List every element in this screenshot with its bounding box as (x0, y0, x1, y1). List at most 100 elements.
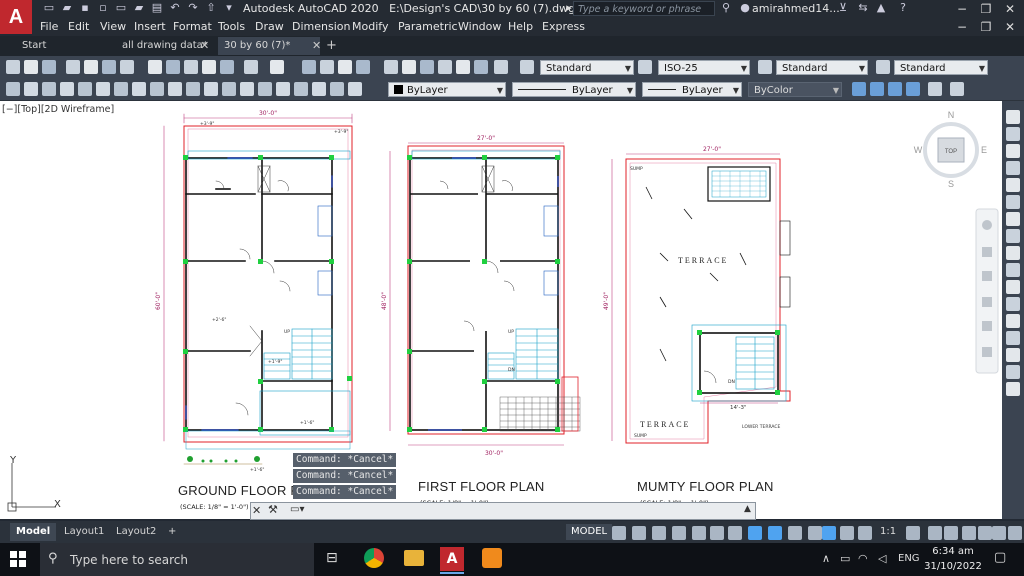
add-layout-plus-icon[interactable]: + (162, 523, 182, 541)
osnap-icon[interactable] (728, 526, 742, 540)
annotation-scale[interactable]: 1:1 (880, 526, 896, 537)
pencil-icon[interactable] (1006, 110, 1020, 124)
tray-chevron-icon[interactable]: ∧ (822, 552, 830, 565)
tab-start[interactable]: Start (16, 37, 52, 55)
tab-model[interactable]: Model (10, 523, 57, 541)
clock-time[interactable]: 6:34 am (928, 546, 978, 557)
help-icon[interactable] (494, 60, 508, 74)
markup-icon[interactable] (456, 60, 470, 74)
offset-icon[interactable] (1006, 178, 1020, 192)
polyline-icon[interactable] (42, 82, 56, 96)
open-file-icon[interactable]: ▰ (60, 2, 74, 14)
ellipse-icon[interactable] (168, 82, 182, 96)
dim-style-icon[interactable] (638, 60, 652, 74)
redo-icon[interactable]: ↷ (186, 2, 200, 14)
menu-window[interactable]: Window (458, 20, 501, 33)
menu-express[interactable]: Express (542, 20, 585, 33)
table-icon[interactable] (312, 82, 326, 96)
model-space-toggle[interactable]: MODEL (566, 524, 613, 540)
tab-layout1[interactable]: Layout1 (58, 523, 110, 541)
layer-match-icon[interactable] (906, 82, 920, 96)
task-view-icon[interactable]: ⊟ (326, 550, 338, 566)
ellipse-arc-icon[interactable] (186, 82, 200, 96)
copy-icon[interactable] (1006, 144, 1020, 158)
drawing-canvas[interactable]: 30'-0" 60'-0" +3'-9" +3'-9" +2'-6" +1'-9… (0, 101, 1002, 519)
dim-style-dropdown[interactable]: ISO-25 ▼ (658, 60, 750, 75)
grid-icon[interactable] (612, 526, 626, 540)
rotate-icon[interactable] (1006, 229, 1020, 243)
doc-restore-button[interactable]: ❐ (974, 18, 998, 36)
table-style-dropdown[interactable]: Standard ▼ (776, 60, 868, 75)
help-search-input[interactable]: Type a keyword or phrase (573, 1, 715, 16)
clock-date[interactable]: 31/10/2022 (922, 561, 984, 572)
menu-help[interactable]: Help (508, 20, 533, 33)
recent-commands-icon[interactable]: ▭▾ (290, 504, 304, 515)
snap-icon[interactable] (632, 526, 646, 540)
tab-layout2[interactable]: Layout2 (110, 523, 162, 541)
join-icon[interactable] (1006, 331, 1020, 345)
trim-icon[interactable] (1006, 280, 1020, 294)
publish-icon[interactable] (102, 60, 116, 74)
isolate-objects-icon[interactable] (992, 526, 1006, 540)
layer-color-dropdown[interactable]: ByLayer ▼ (388, 82, 506, 97)
new-file-icon[interactable]: ▭ (42, 2, 56, 14)
cart-icon[interactable]: ⊻ (836, 2, 850, 14)
menu-file[interactable]: File (40, 20, 58, 33)
polar-icon[interactable] (672, 526, 686, 540)
chamfer-icon[interactable] (1006, 348, 1020, 362)
linetype-dropdown[interactable]: ByLayer ▼ (512, 82, 636, 97)
autocad-logo-icon[interactable]: A (0, 0, 32, 34)
file-explorer-icon[interactable] (404, 550, 424, 566)
layer-walk-icon[interactable] (928, 82, 942, 96)
design-center-icon[interactable] (402, 60, 416, 74)
undo-icon[interactable]: ↶ (168, 2, 182, 14)
layer-previous-icon[interactable] (852, 82, 866, 96)
tab-close-icon[interactable]: ✕ (312, 39, 321, 52)
line-icon[interactable] (6, 82, 20, 96)
lineweight-dropdown[interactable]: ByLayer ▼ (642, 82, 742, 97)
selection-cycling-icon[interactable] (788, 526, 802, 540)
workspace-icon[interactable] (906, 526, 920, 540)
save-as-icon[interactable]: ▫ (96, 2, 110, 14)
tab-30-by-60[interactable]: 30 by 60 (7)* (218, 37, 320, 55)
quick-properties-icon[interactable] (962, 526, 976, 540)
menu-view[interactable]: View (100, 20, 126, 33)
binoculars-icon[interactable]: ⚲ (719, 2, 733, 14)
speaker-icon[interactable]: ◁ (878, 552, 886, 565)
zoom-realtime-icon[interactable] (320, 60, 334, 74)
undo-icon[interactable] (244, 60, 258, 74)
match-icon[interactable] (202, 60, 216, 74)
annotation-monitor-icon[interactable] (928, 526, 942, 540)
tab-close-icon[interactable]: ✕ (200, 39, 209, 52)
chrome-icon[interactable] (364, 548, 384, 568)
region-icon[interactable] (294, 82, 308, 96)
share-icon[interactable]: ⇧ (204, 2, 218, 14)
plot-icon[interactable] (66, 60, 80, 74)
osnap-tracking-icon[interactable] (710, 526, 724, 540)
circle-icon[interactable] (114, 82, 128, 96)
customize-wrench-icon[interactable]: ⚒ (268, 503, 278, 516)
units-icon[interactable] (944, 526, 958, 540)
auto-scale-icon[interactable] (858, 526, 872, 540)
close-button[interactable]: ✕ (998, 0, 1022, 18)
autocad-taskbar-icon[interactable]: A (440, 547, 464, 571)
break-icon[interactable] (1006, 314, 1020, 328)
plot-style-dropdown[interactable]: ByColor ▼ (748, 82, 842, 97)
redo-icon[interactable] (270, 60, 284, 74)
zoom-previous-icon[interactable] (356, 60, 370, 74)
doc-close-button[interactable]: ✕ (998, 18, 1022, 36)
scale-icon[interactable] (1006, 246, 1020, 260)
layer-isolate-icon[interactable] (870, 82, 884, 96)
text-style-icon[interactable] (520, 60, 534, 74)
3d-print-icon[interactable] (120, 60, 134, 74)
wifi-icon[interactable]: ◠ (858, 552, 868, 565)
pan-icon[interactable] (302, 60, 316, 74)
new-tab-plus-icon[interactable]: + (326, 38, 337, 53)
annotation-visibility-icon[interactable] (840, 526, 854, 540)
fillet-icon[interactable] (1006, 365, 1020, 379)
dynamic-ucs-icon[interactable] (822, 526, 836, 540)
command-line-input[interactable] (250, 502, 756, 520)
paste-icon[interactable] (184, 60, 198, 74)
extend-icon[interactable] (1006, 297, 1020, 311)
arc-icon[interactable] (96, 82, 110, 96)
